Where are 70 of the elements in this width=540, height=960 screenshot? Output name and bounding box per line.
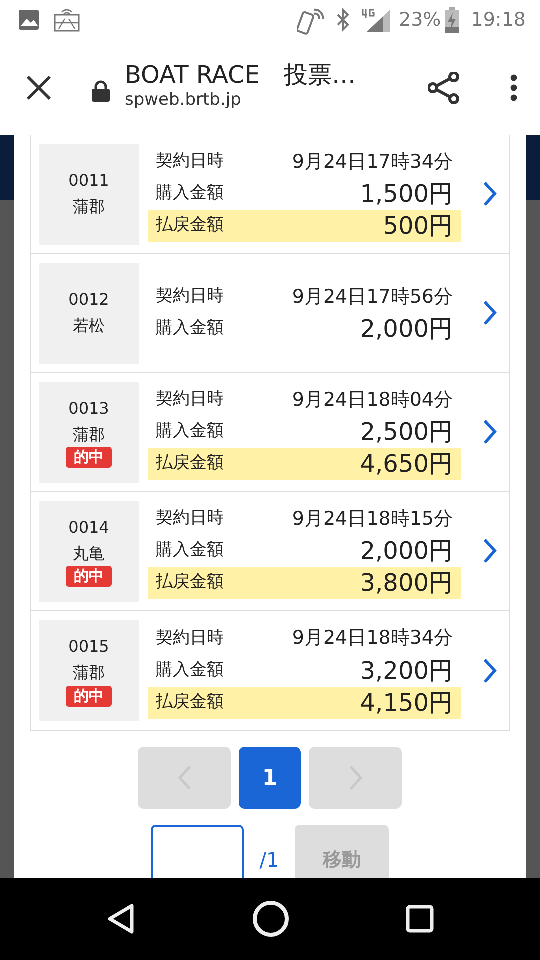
field-value: 2,000円 <box>360 314 453 345</box>
field-label: 購入金額 <box>156 317 224 340</box>
venue-name: 蒲郡 <box>73 424 105 446</box>
venue-name: 丸亀 <box>73 542 105 564</box>
total-pages: /1 <box>260 847 280 874</box>
field-value: 4,650円 <box>360 449 453 480</box>
battery-charging-icon <box>445 7 460 33</box>
recents-icon[interactable] <box>406 905 434 933</box>
ticket-number: 0012 <box>68 289 110 312</box>
back-icon[interactable] <box>106 903 136 935</box>
signal-4g-icon <box>361 7 391 33</box>
battery-percent: 23% <box>399 8 442 33</box>
venue-name: 蒲郡 <box>73 196 105 218</box>
lock-icon <box>92 80 110 102</box>
cast-screen-icon <box>54 7 80 33</box>
field-value: 1,500円 <box>360 179 453 210</box>
page-url: spweb.brtb.jp <box>125 88 242 112</box>
bluetooth-icon <box>335 8 351 32</box>
field-label: 購入金額 <box>156 420 224 444</box>
field-value: 9月24日18時15分 <box>292 506 453 532</box>
page-title: BOAT RACE 投票… <box>125 62 357 88</box>
field-value: 9月24日17時56分 <box>292 284 453 310</box>
share-icon[interactable] <box>428 72 460 104</box>
field-value: 2,500円 <box>360 417 453 448</box>
hit-badge: 的中 <box>66 686 112 707</box>
field-label: 払戻金額 <box>156 452 224 476</box>
field-value: 3,800円 <box>360 568 453 599</box>
venue-name: 蒲郡 <box>73 662 105 684</box>
field-label: 払戻金額 <box>156 571 224 594</box>
ticket-number: 0013 <box>68 398 110 420</box>
field-label: 購入金額 <box>156 539 224 562</box>
gallery-icon <box>18 9 40 31</box>
ticket-row[interactable]: 0015 蒲郡 的中 契約日時 9月24日18時34分 購入金額 3,200円 払戻金額 4,150円 <box>31 611 509 730</box>
field-label: 契約日時 <box>156 507 224 530</box>
field-value: 4,150円 <box>360 688 453 718</box>
ticket-number: 0014 <box>68 516 110 539</box>
field-value: 500円 <box>383 211 453 242</box>
field-label: 購入金額 <box>156 658 224 682</box>
field-label: 払戻金額 <box>156 214 224 238</box>
field-value: 3,200円 <box>360 656 453 686</box>
hit-badge: 的中 <box>66 566 112 588</box>
field-label: 契約日時 <box>156 150 224 174</box>
field-label: 契約日時 <box>156 626 224 650</box>
ticket-row[interactable]: 0014 丸亀 的中 契約日時 9月24日18時15分 購入金額 2,000円 払戻金額 3,800円 <box>31 492 509 611</box>
field-label: 契約日時 <box>156 285 224 308</box>
chevron-right-icon <box>483 419 497 445</box>
field-value: 9月24日18時34分 <box>292 626 453 652</box>
home-icon[interactable] <box>252 900 290 938</box>
field-value: 2,000円 <box>360 536 453 567</box>
ticket-number: 0011 <box>68 170 110 192</box>
field-value: 9月24日18時04分 <box>292 388 453 413</box>
field-label: 払戻金額 <box>156 690 224 714</box>
clock-time: 19:18 <box>471 8 526 33</box>
field-label: 契約日時 <box>156 388 224 412</box>
chevron-right-icon <box>483 181 497 207</box>
ticket-row[interactable]: 0013 蒲郡 的中 契約日時 9月24日18時04分 購入金額 2,500円 払戻金額 4,650円 <box>31 373 509 492</box>
chevron-right-icon <box>483 538 497 564</box>
venue-name: 若松 <box>73 315 105 337</box>
ticket-row[interactable]: 0012 若松 契約日時 9月24日17時56分 購入金額 2,000円 <box>31 254 509 373</box>
ticket-row[interactable]: 0011 蒲郡 契約日時 9月24日17時34分 購入金額 1,500円 払戻金額 500円 <box>31 135 509 254</box>
page-button[interactable]: 1 <box>239 747 301 809</box>
page-input[interactable] <box>150 825 244 878</box>
ticket-number: 0015 <box>68 636 110 658</box>
more-menu-icon[interactable] <box>510 74 518 102</box>
close-icon[interactable] <box>26 74 52 100</box>
chevron-right-icon <box>483 658 497 684</box>
chevron-right-icon <box>483 300 497 326</box>
field-value: 9月24日17時34分 <box>292 150 453 175</box>
hit-badge: 的中 <box>66 447 112 468</box>
field-label: 購入金額 <box>156 182 224 206</box>
